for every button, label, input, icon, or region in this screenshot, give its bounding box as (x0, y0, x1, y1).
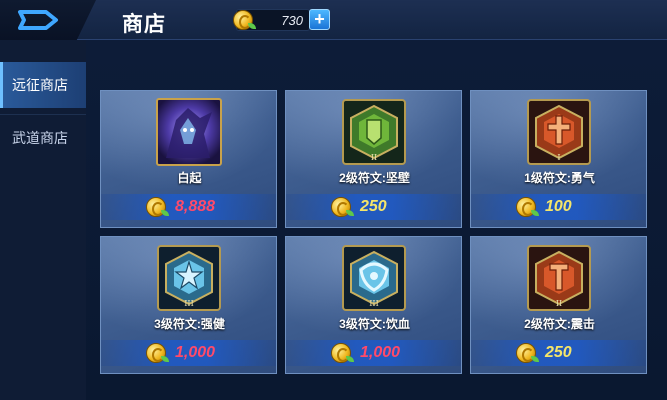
rune-icon: II (526, 244, 592, 312)
item-price: 250 (360, 198, 387, 215)
item-name: 2级符文:震击 (524, 317, 595, 331)
svg-text:III: III (184, 299, 193, 308)
price-bar: 1,000 (286, 340, 461, 366)
item-price: 250 (545, 344, 572, 361)
shop-item-card[interactable]: II 2级符文:坚壁 250 (285, 90, 462, 228)
price-bar: 8,888 (101, 194, 276, 220)
svg-text:III: III (369, 299, 378, 308)
shop-item-card[interactable]: II 2级符文:震击 250 (470, 236, 647, 374)
item-price: 1,000 (360, 344, 401, 361)
svg-text:II: II (556, 299, 562, 308)
item-name: 白起 (177, 171, 202, 185)
shop-grid: 白起 8,888 II 2级符文:坚壁 250 I 1级符文:勇气 100 II… (86, 40, 667, 400)
gold-coin-icon (146, 197, 169, 217)
shop-item-card[interactable]: III 3级符文:饮血 1,000 (285, 236, 462, 374)
gold-coin-icon (331, 343, 354, 363)
shop-item-card[interactable]: 白起 8,888 (100, 90, 277, 228)
shop-item-card[interactable]: III 3级符文:强健 1,000 (100, 236, 277, 374)
svg-text:II: II (371, 153, 377, 162)
gold-coin-icon (146, 343, 169, 363)
sidebar: 远征商店 武道商店 (0, 40, 86, 400)
shop-item-card[interactable]: I 1级符文:勇气 100 (470, 90, 647, 228)
rune-icon: II (341, 98, 407, 166)
back-arrow-icon (18, 10, 58, 30)
item-name: 3级符文:强健 (154, 317, 225, 331)
page-title: 商店 (122, 13, 166, 36)
item-name: 2级符文:坚壁 (339, 171, 410, 185)
item-price: 8,888 (175, 198, 216, 215)
svg-text:I: I (557, 153, 560, 162)
tab-expedition-shop[interactable]: 远征商店 (0, 62, 86, 108)
tab-martial-shop[interactable]: 武道商店 (0, 114, 86, 160)
coin-amount: 730 (281, 13, 303, 28)
coin-balance: 730 (233, 9, 310, 31)
hero-portrait (156, 98, 222, 166)
price-bar: 250 (286, 194, 461, 220)
rune-icon: I (526, 98, 592, 166)
price-bar: 100 (471, 194, 646, 220)
top-bar: 商店 730 + (0, 0, 667, 40)
gold-coin-icon (516, 343, 539, 363)
price-bar: 1,000 (101, 340, 276, 366)
rune-icon: III (156, 244, 222, 312)
item-price: 100 (545, 198, 572, 215)
back-button[interactable] (0, 0, 96, 40)
price-bar: 250 (471, 340, 646, 366)
rune-icon: III (341, 244, 407, 312)
add-coins-button[interactable]: + (309, 9, 330, 30)
item-price: 1,000 (175, 344, 216, 361)
gold-coin-icon (331, 197, 354, 217)
item-name: 3级符文:饮血 (339, 317, 410, 331)
gold-coin-icon (516, 197, 539, 217)
gold-coin-icon (233, 10, 256, 30)
item-name: 1级符文:勇气 (524, 171, 595, 185)
